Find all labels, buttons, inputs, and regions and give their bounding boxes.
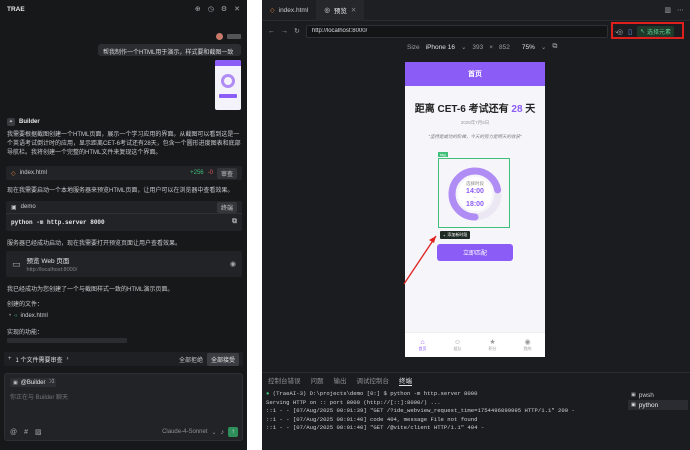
at-icon[interactable]: @ — [10, 429, 17, 436]
chevron-down-icon: ⌄ — [211, 429, 217, 436]
chat-input-box[interactable]: ▣@Builder⤨ @ # ▨ Claude-4-Sonnet ⌄ ♪ ↑ — [4, 373, 243, 441]
shell-label: pwsh — [638, 391, 654, 399]
shell-label: python — [638, 401, 659, 409]
preview-card[interactable]: ▭ 预览 Web 页面 http://localhost:8000/ ◉ — [6, 251, 242, 277]
terminal-command: python -m http.server 8000 — [11, 218, 105, 226]
preview-url: http://localhost:8000/ — [26, 267, 78, 273]
open-terminal-button[interactable]: 终端 — [216, 201, 237, 213]
shell-list: ▣ pwsh ▣ python — [628, 390, 688, 410]
created-file-item[interactable]: • ‹› index.html — [9, 313, 48, 319]
truncated-text — [7, 338, 127, 343]
bottom-panel: 控制台错误 问题 输出 调试控制台 终端 ● (TraeAI-3) D:\pro… — [262, 372, 690, 450]
features-label: 实现的功能： — [7, 330, 44, 336]
accept-all-button[interactable]: 全部接受 — [206, 352, 239, 366]
reject-all-button[interactable]: 全部拒绝 — [179, 355, 203, 364]
file-name: index.html — [19, 170, 47, 176]
browser-icon: ▭ — [12, 258, 21, 269]
agent-header: ✦ Builder — [7, 118, 40, 126]
mention-icon: ▣ — [13, 379, 18, 386]
terminal-output[interactable]: ● (TraeAI-3) D:\projects\demo [0:] $ pyt… — [266, 390, 626, 433]
tab-terminal[interactable]: 终端 — [399, 375, 412, 386]
tab-output[interactable]: 输出 — [334, 375, 347, 385]
terminal-name: demo — [20, 204, 36, 210]
pending-text: 1 个文件需要审查 — [15, 357, 63, 364]
expand-icon[interactable]: + — [8, 356, 12, 362]
lines-added: +256 — [190, 170, 204, 176]
tab-problems[interactable]: 问题 — [311, 375, 324, 385]
review-button[interactable]: 审查 — [216, 167, 237, 179]
close-icon[interactable]: ✕ — [234, 5, 240, 13]
history-icon[interactable]: ◷ — [208, 5, 214, 13]
chevron-right-icon[interactable]: › — [67, 356, 69, 362]
agent-paragraph-4: 我已经成功为您创建了一个与截图样式一致的HTML演示页面。 — [7, 287, 174, 293]
chat-header: TRAE ⊕ ◷ ⚙ ✕ — [0, 0, 247, 18]
hash-icon[interactable]: # — [24, 429, 28, 436]
preview-title: 预览 Web 页面 — [26, 258, 70, 265]
terminal-line: ::1 - - [07/Aug/2025 00:01:40] "GET /@vi… — [266, 424, 485, 431]
tab-debug-console[interactable]: 调试控制台 — [357, 375, 390, 385]
terminal-line: (TraeAI-3) D:\projects\demo [0:] $ pytho… — [272, 390, 478, 397]
panel-tabs: 控制台错误 问题 输出 调试控制台 终端 — [262, 373, 690, 387]
terminal-icon: ▣ — [631, 392, 636, 398]
copy-icon[interactable]: ⧉ — [232, 218, 237, 226]
image-icon[interactable]: ▨ — [35, 428, 42, 436]
builder-icon: ✦ — [7, 118, 15, 126]
files-label: 创建的文件： — [7, 302, 44, 308]
add-icon[interactable]: ⊕ — [195, 5, 201, 13]
terminal-icon: ▣ — [11, 204, 17, 211]
chat-panel: TRAE ⊕ ◷ ⚙ ✕ 帮我制作一个HTML用于演示，样式要和截图一致 ✦ B… — [0, 0, 247, 450]
attached-screenshot[interactable] — [215, 60, 241, 110]
terminal-icon: ▣ — [631, 402, 636, 408]
html-file-icon: ◇ — [11, 170, 16, 177]
user-name — [227, 34, 241, 39]
shell-python[interactable]: ▣ python — [628, 400, 688, 410]
agent-paragraph-3: 服务器已经成功启动，现在我需要打开预览页面让用户查看效果。 — [7, 241, 182, 247]
user-msg-actions — [216, 33, 241, 40]
chat-input[interactable] — [10, 393, 230, 403]
eye-icon[interactable]: ◉ — [230, 260, 236, 268]
terminal-card: ▣ demo 终端 python -m http.server 8000 ⧉ — [6, 201, 242, 231]
agent-paragraph-1: 我需要根据截图创建一个HTML页面，展示一个学习应用的界面。从截图可以看到这是一… — [7, 132, 241, 156]
swap-icon[interactable]: ⤨ — [49, 379, 54, 386]
agent-name: Builder — [19, 119, 40, 125]
user-avatar — [216, 33, 223, 40]
divider — [247, 0, 262, 450]
mic-icon[interactable]: ♪ — [221, 429, 225, 436]
terminal-line: Serving HTTP on :: port 8000 (http://[::… — [266, 398, 441, 406]
created-file-name: index.html — [20, 313, 48, 319]
shell-pwsh[interactable]: ▣ pwsh — [628, 390, 688, 400]
mention-chip[interactable]: @Builder — [21, 380, 46, 386]
tab-console-errors[interactable]: 控制台错误 — [268, 375, 301, 385]
user-message: 帮我制作一个HTML用于演示，样式要和截图一致 — [98, 44, 241, 56]
pending-review-bar: +1 个文件需要审查 › 全部拒绝 全部接受 — [4, 352, 243, 366]
brand-title: TRAE — [7, 5, 25, 13]
terminal-line: ::1 - - [07/Aug/2025 00:01:40] code 404,… — [266, 415, 478, 423]
send-button[interactable]: ↑ — [228, 427, 238, 437]
lines-removed: -0 — [207, 170, 213, 176]
agent-paragraph-2: 现在我需要启动一个本地服务器来预览HTML页面，让用户可以在浏览器中查看效果。 — [7, 188, 234, 194]
model-selector[interactable]: Claude-4-Sonnet — [162, 429, 207, 435]
preview-panel: ◇index.html ◎预览✕ ▥⋯ ← → ↻ ⌄ ◎ ▯ ↖选择元素 Si… — [262, 0, 690, 450]
file-change-card[interactable]: ◇ index.html +256 -0 审查 — [6, 166, 242, 180]
settings-icon[interactable]: ⚙ — [221, 5, 227, 13]
terminal-line: ::1 - - [07/Aug/2025 00:01:39] "GET /?id… — [266, 407, 575, 414]
